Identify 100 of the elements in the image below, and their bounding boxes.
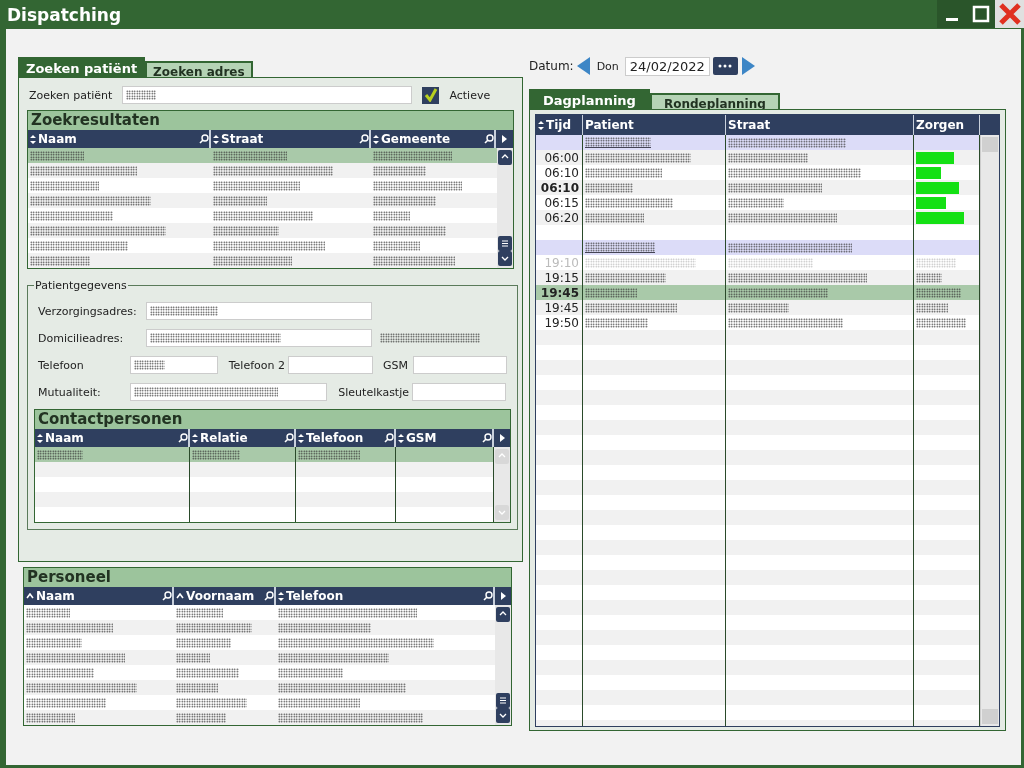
minimize-button[interactable] bbox=[937, 0, 966, 28]
redacted-text bbox=[916, 196, 946, 209]
previous-day-button[interactable] bbox=[576, 57, 591, 75]
column-menu-icon[interactable] bbox=[500, 592, 506, 600]
redacted-text bbox=[176, 712, 226, 723]
scroll-down-button[interactable] bbox=[498, 251, 512, 266]
next-day-button[interactable] bbox=[740, 57, 755, 75]
input-field[interactable] bbox=[146, 302, 372, 320]
group-label: Patientgegevens bbox=[34, 279, 128, 292]
field-label: GSM bbox=[383, 358, 408, 372]
checkbox-label: Actieve bbox=[449, 88, 491, 102]
scroll-thumb[interactable] bbox=[498, 236, 512, 251]
redacted-text bbox=[30, 150, 85, 161]
input-field[interactable] bbox=[413, 356, 507, 374]
table-row[interactable] bbox=[28, 193, 497, 208]
redacted-text bbox=[213, 225, 280, 236]
table-row[interactable] bbox=[24, 680, 495, 695]
visit-time: 06:20 bbox=[544, 210, 579, 225]
patient-group-row[interactable] bbox=[536, 240, 980, 255]
sort-icon bbox=[373, 134, 379, 144]
table-row[interactable] bbox=[24, 620, 495, 635]
checkbox[interactable] bbox=[422, 86, 440, 104]
field-label: Telefoon 2 bbox=[228, 358, 285, 372]
visit-time: 06:15 bbox=[544, 195, 579, 210]
redacted-text bbox=[176, 607, 223, 618]
tab[interactable]: Dagplanning bbox=[529, 89, 650, 109]
input-field[interactable] bbox=[288, 356, 373, 374]
visit-time: 19:45 bbox=[544, 300, 579, 315]
scroll-up-button[interactable] bbox=[498, 150, 512, 165]
redacted-text bbox=[176, 682, 218, 693]
date-field[interactable]: 24/02/2022 bbox=[624, 56, 710, 76]
dots-icon bbox=[718, 64, 733, 68]
maximize-button[interactable] bbox=[966, 0, 995, 28]
table-row[interactable] bbox=[28, 253, 497, 268]
redacted-text bbox=[26, 607, 71, 618]
visit-time: 19:15 bbox=[544, 270, 579, 285]
close-button[interactable] bbox=[995, 0, 1024, 28]
redacted-text bbox=[916, 181, 959, 194]
table-row[interactable] bbox=[24, 650, 495, 665]
sort-icon bbox=[278, 591, 284, 601]
more-button[interactable] bbox=[712, 57, 738, 75]
visit-row[interactable]: 19:45 bbox=[536, 300, 980, 315]
redacted-text bbox=[916, 211, 964, 224]
search-icon bbox=[359, 134, 369, 144]
redacted-text bbox=[192, 449, 241, 460]
tab[interactable]: Zoeken adres bbox=[145, 61, 253, 77]
redacted-text bbox=[150, 306, 218, 316]
tab[interactable]: Rondeplanning bbox=[649, 93, 780, 109]
search-icon bbox=[178, 433, 188, 443]
redacted-text bbox=[278, 667, 344, 678]
field-label: Sleutelkastje bbox=[338, 385, 409, 399]
redacted-text bbox=[26, 712, 75, 723]
visit-row[interactable]: 06:00 bbox=[536, 150, 980, 165]
redacted-text bbox=[213, 195, 267, 206]
scroll-down-button[interactable] bbox=[496, 708, 510, 723]
lines-icon bbox=[497, 695, 509, 706]
column-menu-icon[interactable] bbox=[499, 434, 505, 442]
visit-row[interactable]: 19:15 bbox=[536, 270, 980, 285]
table-row[interactable] bbox=[35, 447, 494, 462]
sort-asc-icon bbox=[176, 593, 184, 599]
date-label: Datum: bbox=[529, 59, 574, 73]
lines-icon bbox=[499, 238, 511, 249]
redacted-text bbox=[728, 197, 784, 208]
redacted-text bbox=[585, 137, 651, 148]
tab[interactable]: Zoeken patiënt bbox=[18, 57, 146, 77]
sort-icon bbox=[538, 120, 544, 130]
input-field[interactable] bbox=[130, 383, 327, 401]
scroll-up-button[interactable] bbox=[496, 607, 510, 622]
table-title: Contactpersonen bbox=[35, 410, 510, 429]
table-row[interactable] bbox=[24, 710, 495, 725]
sort-icon bbox=[192, 433, 198, 443]
redacted-text bbox=[585, 287, 637, 298]
table-row[interactable] bbox=[28, 163, 497, 178]
table-row[interactable] bbox=[28, 223, 497, 238]
column-menu-icon[interactable] bbox=[501, 135, 507, 143]
sort-icon bbox=[213, 134, 219, 144]
sort-icon bbox=[30, 134, 36, 144]
redacted-text bbox=[176, 637, 231, 648]
redacted-text bbox=[585, 212, 644, 223]
redacted-text bbox=[134, 360, 166, 370]
sort-asc-icon bbox=[26, 593, 34, 599]
visit-time: 06:00 bbox=[544, 150, 579, 165]
visit-row[interactable]: 19:45 bbox=[536, 285, 980, 300]
redacted-text bbox=[373, 165, 426, 176]
visit-time: 19:50 bbox=[544, 315, 579, 330]
redacted-text bbox=[373, 195, 436, 206]
table-title: Zoekresultaten bbox=[28, 111, 513, 130]
input-field[interactable] bbox=[412, 383, 506, 401]
close-icon bbox=[997, 2, 1022, 26]
patient-group-row[interactable] bbox=[536, 135, 980, 150]
maximize-icon bbox=[971, 5, 990, 23]
input-field[interactable] bbox=[146, 329, 372, 347]
scroll-thumb[interactable] bbox=[496, 693, 510, 708]
weekday-label: Don bbox=[596, 59, 619, 73]
visit-row[interactable]: 06:20 bbox=[536, 210, 980, 225]
visit-row[interactable]: 06:10 bbox=[536, 180, 980, 195]
redacted-text bbox=[916, 302, 948, 313]
search-field[interactable] bbox=[122, 86, 413, 104]
input-field[interactable] bbox=[130, 356, 218, 374]
redacted-text bbox=[298, 449, 361, 460]
